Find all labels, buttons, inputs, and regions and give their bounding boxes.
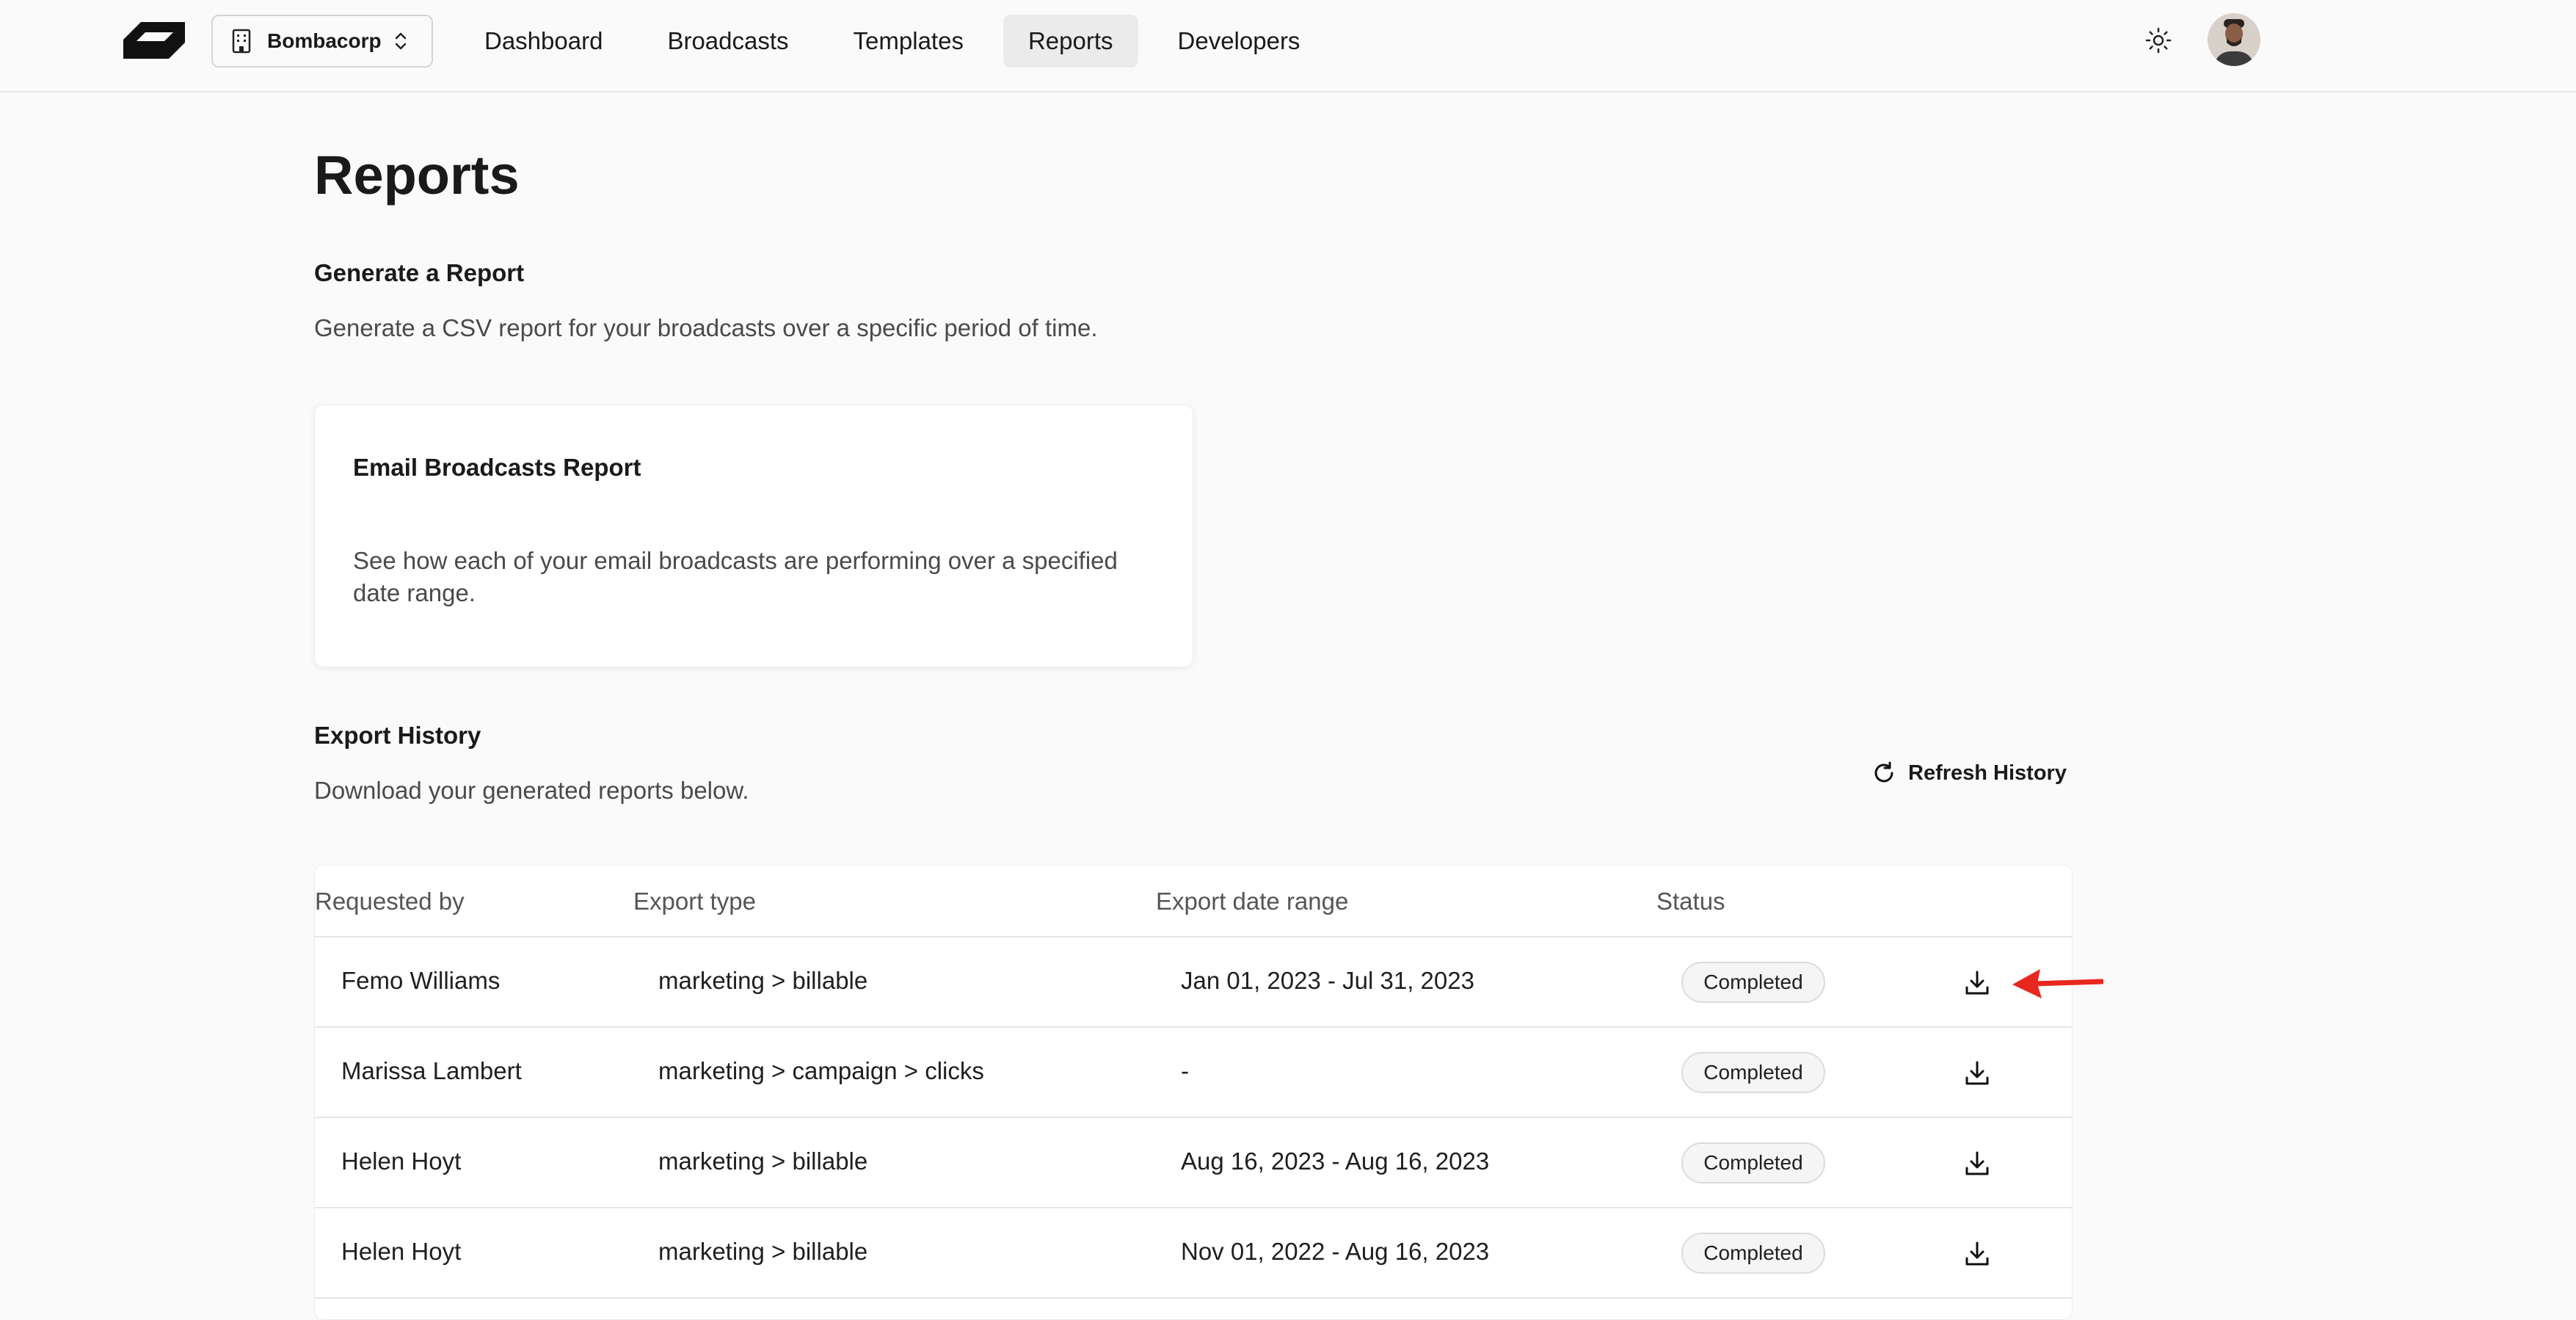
export-type-cell: marketing > billable xyxy=(658,1238,868,1265)
org-name: Bombacorp xyxy=(267,29,382,52)
brand-logo-icon[interactable] xyxy=(123,19,185,60)
header-status: Status xyxy=(1656,888,1725,915)
export-history-table: Requested by Export type Export date ran… xyxy=(314,865,2073,1320)
header-export-type: Export type xyxy=(633,888,756,915)
status-badge: Completed xyxy=(1681,1233,1825,1274)
card-title: Email Broadcasts Report xyxy=(353,454,641,481)
red-arrow-annotation xyxy=(2012,969,2103,998)
table-row: Marissa Lambert marketing > campaign > c… xyxy=(315,1028,2072,1118)
table-header: Requested by Export type Export date ran… xyxy=(315,866,2072,938)
requested-by-cell: Helen Hoyt xyxy=(341,1238,462,1265)
nav-dashboard[interactable]: Dashboard xyxy=(459,15,627,68)
requested-by-cell: Helen Hoyt xyxy=(341,1147,462,1175)
nav-developers[interactable]: Developers xyxy=(1153,15,1325,68)
date-range-cell: Jan 01, 2023 - Jul 31, 2023 xyxy=(1181,967,1474,994)
chevron-up-down-icon xyxy=(395,32,406,50)
avatar-image xyxy=(2208,13,2260,66)
status-badge: Completed xyxy=(1681,1052,1825,1093)
header-requested-by: Requested by xyxy=(315,888,465,915)
status-badge: Completed xyxy=(1681,962,1825,1003)
header-date-range: Export date range xyxy=(1156,888,1349,915)
date-range-cell: Aug 16, 2023 - Aug 16, 2023 xyxy=(1181,1147,1490,1175)
generate-report-description: Generate a CSV report for your broadcast… xyxy=(314,314,1098,341)
export-type-cell: marketing > billable xyxy=(658,1147,868,1175)
export-type-cell: marketing > campaign > clicks xyxy=(658,1057,984,1084)
table-row: Helen Hoyt marketing > billable Aug 16, … xyxy=(315,1118,2072,1208)
nav-broadcasts[interactable]: Broadcasts xyxy=(642,15,813,68)
page-title: Reports xyxy=(314,145,520,206)
refresh-history-label: Refresh History xyxy=(1908,761,2067,785)
export-history-description: Download your generated reports below. xyxy=(314,777,749,804)
export-history-title: Export History xyxy=(314,722,481,749)
status-badge: Completed xyxy=(1681,1142,1825,1183)
building-icon xyxy=(232,29,251,54)
card-description: See how each of your email broadcasts ar… xyxy=(353,547,1118,606)
requested-by-cell: Femo Williams xyxy=(341,967,501,994)
download-icon[interactable] xyxy=(1965,1060,1990,1087)
date-range-cell: - xyxy=(1181,1057,1189,1084)
refresh-history-button[interactable]: Refresh History xyxy=(1871,755,2067,791)
date-range-cell: Nov 01, 2022 - Aug 16, 2023 xyxy=(1181,1238,1490,1265)
email-broadcasts-report-card[interactable]: Email Broadcasts Report See how each of … xyxy=(314,405,1193,667)
user-avatar[interactable] xyxy=(2208,13,2260,66)
org-switcher[interactable]: Bombacorp xyxy=(211,15,433,68)
download-icon[interactable] xyxy=(1965,1241,1990,1267)
download-icon[interactable] xyxy=(1965,970,1990,996)
sun-icon[interactable] xyxy=(2144,26,2172,54)
nav-reports[interactable]: Reports xyxy=(1003,15,1138,68)
top-navigation-bar: Bombacorp Dashboard Broadcasts Templates… xyxy=(0,0,2576,93)
download-icon[interactable] xyxy=(1965,1150,1990,1177)
refresh-icon xyxy=(1874,761,1893,783)
table-row: Femo Williams marketing > billable Jan 0… xyxy=(315,938,2072,1028)
requested-by-cell: Marissa Lambert xyxy=(341,1057,522,1084)
table-row: Helen Hoyt marketing > billable Nov 01, … xyxy=(315,1208,2072,1299)
generate-report-title: Generate a Report xyxy=(314,259,525,286)
nav-templates[interactable]: Templates xyxy=(829,15,989,68)
main-nav: Dashboard Broadcasts Templates Reports D… xyxy=(459,15,1339,68)
export-type-cell: marketing > billable xyxy=(658,967,868,994)
